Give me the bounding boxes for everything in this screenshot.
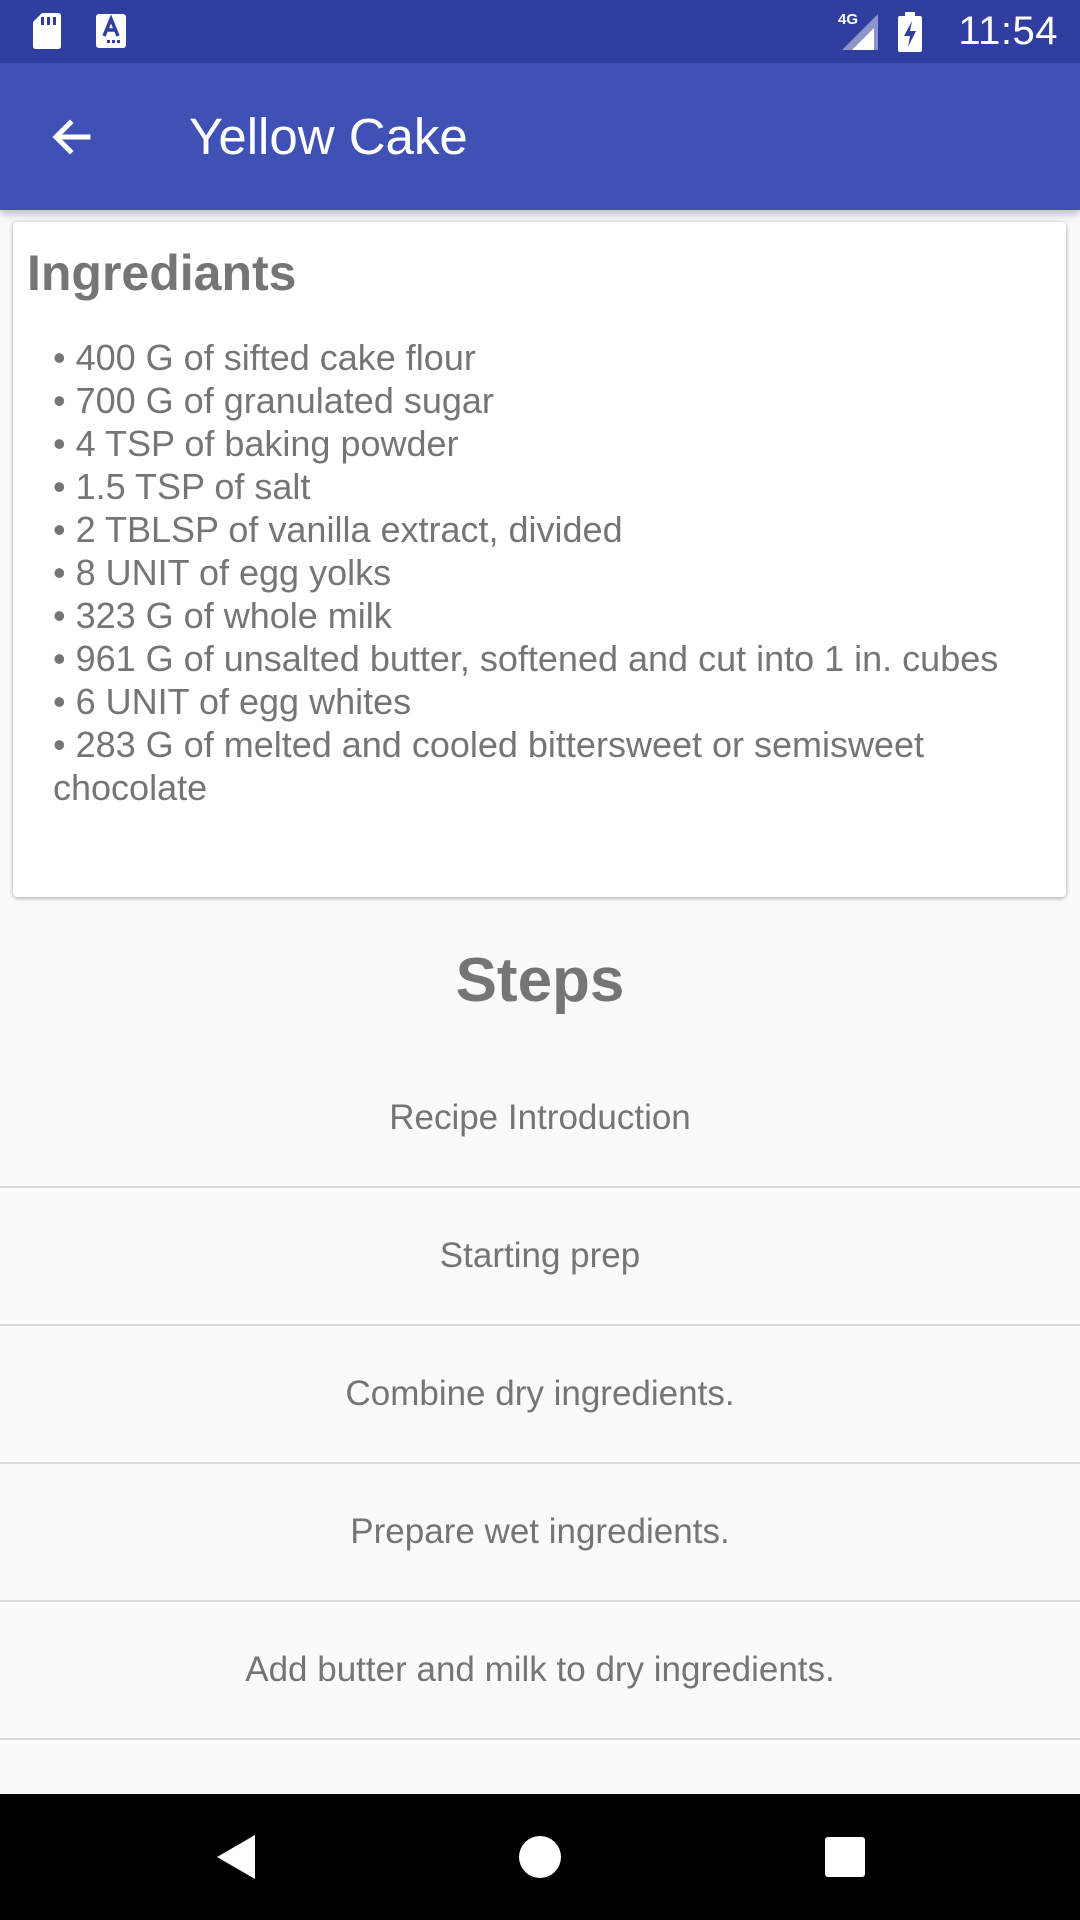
navigation-bar: [0, 1794, 1080, 1920]
step-item-starting-prep[interactable]: Starting prep: [0, 1188, 1080, 1326]
step-item-recipe-introduction[interactable]: Recipe Introduction: [0, 1050, 1080, 1188]
nav-recents-icon: [825, 1837, 865, 1877]
arrow-back-icon: [52, 119, 91, 155]
nav-recents-button[interactable]: [805, 1817, 885, 1897]
ingredients-list: 400 G of sifted cake flour 700 G of gran…: [53, 336, 1043, 809]
ingredient-item: 283 G of melted and cooled bittersweet o…: [53, 723, 1043, 809]
nav-home-button[interactable]: [500, 1817, 580, 1897]
battery-charging-icon: [898, 12, 922, 57]
nav-home-icon: [519, 1836, 561, 1878]
page-title: Yellow Cake: [189, 108, 468, 165]
ingredient-item: 4 TSP of baking powder: [53, 422, 1043, 465]
ingredient-item: 1.5 TSP of salt: [53, 465, 1043, 508]
ingredient-item: 323 G of whole milk: [53, 594, 1043, 637]
nav-back-icon: [217, 1835, 255, 1879]
keyboard-a-icon: [96, 14, 126, 53]
ingredients-card: Ingrediants 400 G of sifted cake flour 7…: [13, 222, 1066, 897]
ingredient-item: 400 G of sifted cake flour: [53, 336, 1043, 379]
step-item-add-butter-milk[interactable]: Add butter and milk to dry ingredients.: [0, 1602, 1080, 1740]
status-right-icons: 4G 11:54: [838, 0, 1058, 63]
steps-heading: Steps: [455, 946, 625, 1015]
steps-list: Recipe Introduction Starting prep Combin…: [0, 1050, 1080, 1740]
status-time: 11:54: [958, 9, 1058, 53]
app-bar: Yellow Cake: [0, 63, 1080, 210]
sd-card-icon: [32, 12, 62, 55]
network-type-label: 4G: [838, 11, 858, 28]
back-button[interactable]: [34, 99, 110, 175]
nav-back-button[interactable]: [197, 1817, 277, 1897]
ingredient-item: 2 TBLSP of vanilla extract, divided: [53, 508, 1043, 551]
ingredient-item: 6 UNIT of egg whites: [53, 680, 1043, 723]
ingredient-item: 961 G of unsalted butter, softened and c…: [53, 637, 1043, 680]
ingredients-heading: Ingrediants: [27, 245, 297, 301]
signal-4g-icon: 4G: [838, 10, 882, 57]
ingredient-item: 8 UNIT of egg yolks: [53, 551, 1043, 594]
step-item-combine-dry[interactable]: Combine dry ingredients.: [0, 1326, 1080, 1464]
status-bar: 4G 11:54: [0, 0, 1080, 63]
step-item-prepare-wet[interactable]: Prepare wet ingredients.: [0, 1464, 1080, 1602]
ingredient-item: 700 G of granulated sugar: [53, 379, 1043, 422]
